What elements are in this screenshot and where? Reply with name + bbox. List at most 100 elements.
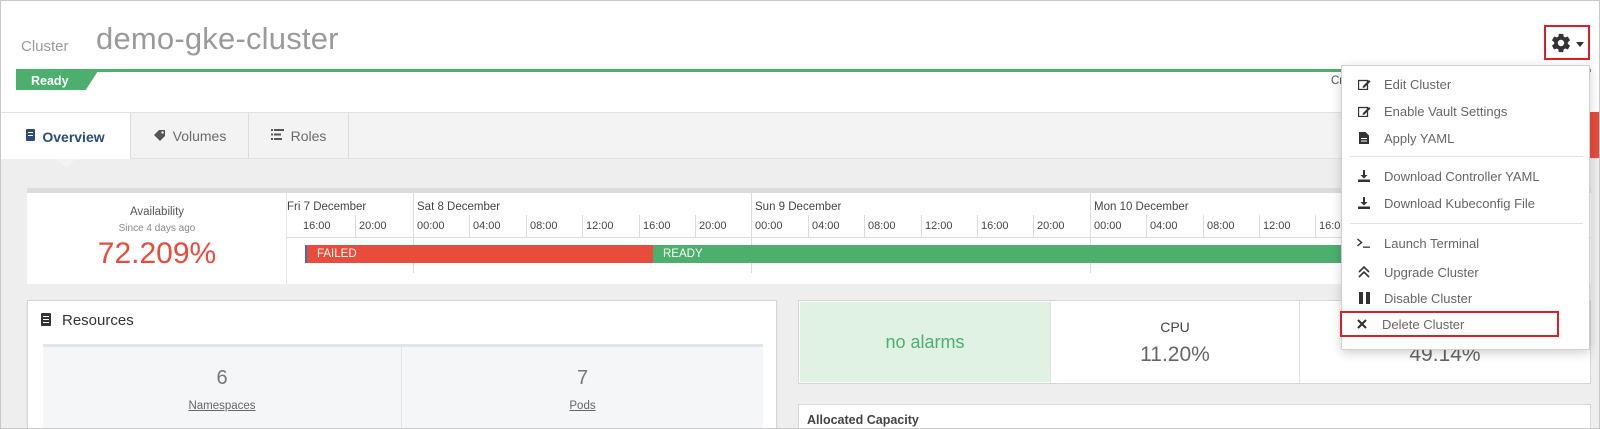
hour-tick (639, 215, 640, 237)
timeline-day-label: Sun 9 December (755, 201, 842, 213)
availability-summary: Availability Since 4 days ago 72.209% (27, 193, 287, 284)
timeline-hour-label: 08:00 (868, 220, 896, 232)
menu-item-disable-cluster[interactable]: Disable Cluster (1342, 285, 1589, 311)
timeline-day-label: Sat 8 December (417, 201, 501, 213)
pods-link[interactable]: Pods (402, 400, 763, 412)
menu-item-label: Disable Cluster (1384, 290, 1473, 306)
active-tab-pointer (56, 159, 76, 168)
namespaces-link[interactable]: Namespaces (43, 400, 401, 412)
timeline-day-label: Mon 10 December (1094, 201, 1189, 213)
document-icon (41, 313, 51, 326)
menu-item-label: Enable Vault Settings (1384, 103, 1508, 119)
resources-title: Resources (62, 312, 134, 329)
edit-icon (1356, 78, 1372, 90)
resources-table: 6 Namespaces 7 Pods (43, 344, 763, 428)
hour-tick (808, 215, 809, 237)
resource-count: 7 (576, 367, 589, 389)
timeline-hour-label: 08:00 (530, 220, 558, 232)
download-icon (1356, 170, 1372, 182)
hour-tick (1203, 215, 1204, 237)
tab-label: Roles (290, 128, 327, 144)
hour-tick (1315, 215, 1316, 237)
tab-volumes[interactable]: Volumes (131, 113, 249, 159)
menu-item-apply-yaml[interactable]: Apply YAML (1342, 125, 1589, 151)
resource-namespaces: 6 Namespaces (43, 347, 402, 428)
hour-tick (1259, 215, 1260, 237)
edit-icon (1356, 105, 1372, 117)
timeline-hour-label: 04:00 (1150, 220, 1178, 232)
timeline-hour-label: 16:0 (1319, 220, 1341, 232)
tab-roles[interactable]: Roles (249, 113, 349, 159)
timeline-hour-label: 12:00 (1263, 220, 1291, 232)
hour-tick (921, 215, 922, 237)
hour-tick (695, 215, 696, 237)
timeline-hour-label: 16:00 (981, 220, 1009, 232)
tab-label: Volumes (172, 128, 227, 144)
settings-dropdown-button[interactable] (1544, 25, 1590, 60)
tab-label: Overview (42, 128, 105, 145)
availability-title: Availability (129, 206, 185, 218)
timeline-hour-label: 16:00 (643, 220, 671, 232)
menu-item-edit-cluster[interactable]: Edit Cluster (1342, 71, 1589, 97)
cpu-label: CPU (1160, 319, 1190, 335)
menu-item-label: Edit Cluster (1384, 76, 1452, 92)
menu-item-launch-terminal[interactable]: Launch Terminal (1342, 230, 1589, 256)
menu-item-enable-vault-settings[interactable]: Enable Vault Settings (1342, 98, 1589, 124)
chevron-down-icon (1576, 41, 1584, 47)
allocated-capacity-card: Allocated Capacity (798, 404, 1591, 428)
list-icon (270, 129, 284, 143)
timeline-hour-label: 20:00 (359, 220, 387, 232)
menu-item-download-kubeconfig[interactable]: Download Kubeconfig File (1342, 190, 1589, 216)
hour-tick (355, 215, 356, 237)
timeline-segment-ready: READY (653, 245, 1353, 263)
menu-item-label: Launch Terminal (1384, 235, 1480, 251)
hour-tick (977, 215, 978, 237)
download-icon (1356, 197, 1372, 209)
menu-divider (1350, 156, 1583, 157)
timeline-hour-label: 00:00 (755, 220, 783, 232)
hour-tick (1146, 215, 1147, 237)
timeline-segment-failed: FAILED (307, 245, 653, 263)
timeline-day-label: Fri 7 December (287, 201, 367, 213)
timeline-hour-label: 12:00 (586, 220, 614, 232)
double-chevron-up-icon (1356, 266, 1372, 278)
menu-item-download-controller-yaml[interactable]: Download Controller YAML (1342, 163, 1589, 189)
resource-count: 6 (216, 367, 228, 389)
timeline-hour-label: 20:00 (699, 220, 727, 232)
menu-item-label: Upgrade Cluster (1384, 264, 1479, 280)
pause-icon (1356, 292, 1372, 304)
alarms-status: no alarms (800, 302, 1050, 382)
cpu-value: 11.20% (1140, 343, 1210, 366)
menu-item-upgrade-cluster[interactable]: Upgrade Cluster (1342, 259, 1589, 285)
close-icon (1354, 319, 1370, 329)
menu-item-label: Delete Cluster (1382, 316, 1465, 332)
availability-since: Since 4 days ago (118, 223, 196, 234)
resource-pods: 7 Pods (402, 347, 763, 428)
hour-tick (1033, 215, 1034, 237)
document-icon (26, 129, 36, 144)
timeline-hour-label: 00:00 (1094, 220, 1122, 232)
resource-kind-label: Cluster (21, 38, 69, 55)
timeline-hour-label: 16:00 (303, 220, 331, 232)
availability-value: 72.209% (97, 237, 217, 270)
status-badge: Ready (16, 71, 98, 90)
hour-tick (526, 215, 527, 237)
menu-item-label: Apply YAML (1384, 130, 1455, 146)
hour-tick (469, 215, 470, 237)
resources-card: Resources 6 Namespaces 7 Pods (27, 300, 777, 428)
timeline-hour-label: 04:00 (473, 220, 501, 232)
allocated-capacity-title: Allocated Capacity (807, 413, 919, 427)
timeline-hour-label: 12:00 (925, 220, 953, 232)
terminal-icon (1356, 238, 1372, 248)
tab-overview[interactable]: Overview (1, 113, 131, 160)
page-title: demo-gke-cluster (96, 21, 339, 56)
menu-item-label: Download Controller YAML (1384, 168, 1540, 184)
menu-divider (1350, 223, 1583, 224)
timeline-hour-label: 00:00 (417, 220, 445, 232)
tag-icon (153, 129, 166, 144)
menu-item-delete-cluster[interactable]: Delete Cluster (1340, 311, 1559, 337)
timeline-hour-label: 08:00 (1207, 220, 1235, 232)
cluster-actions-menu: Edit Cluster Enable Vault Settings Apply… (1340, 65, 1590, 350)
hour-tick (864, 215, 865, 237)
timeline-hour-label: 04:00 (812, 220, 840, 232)
